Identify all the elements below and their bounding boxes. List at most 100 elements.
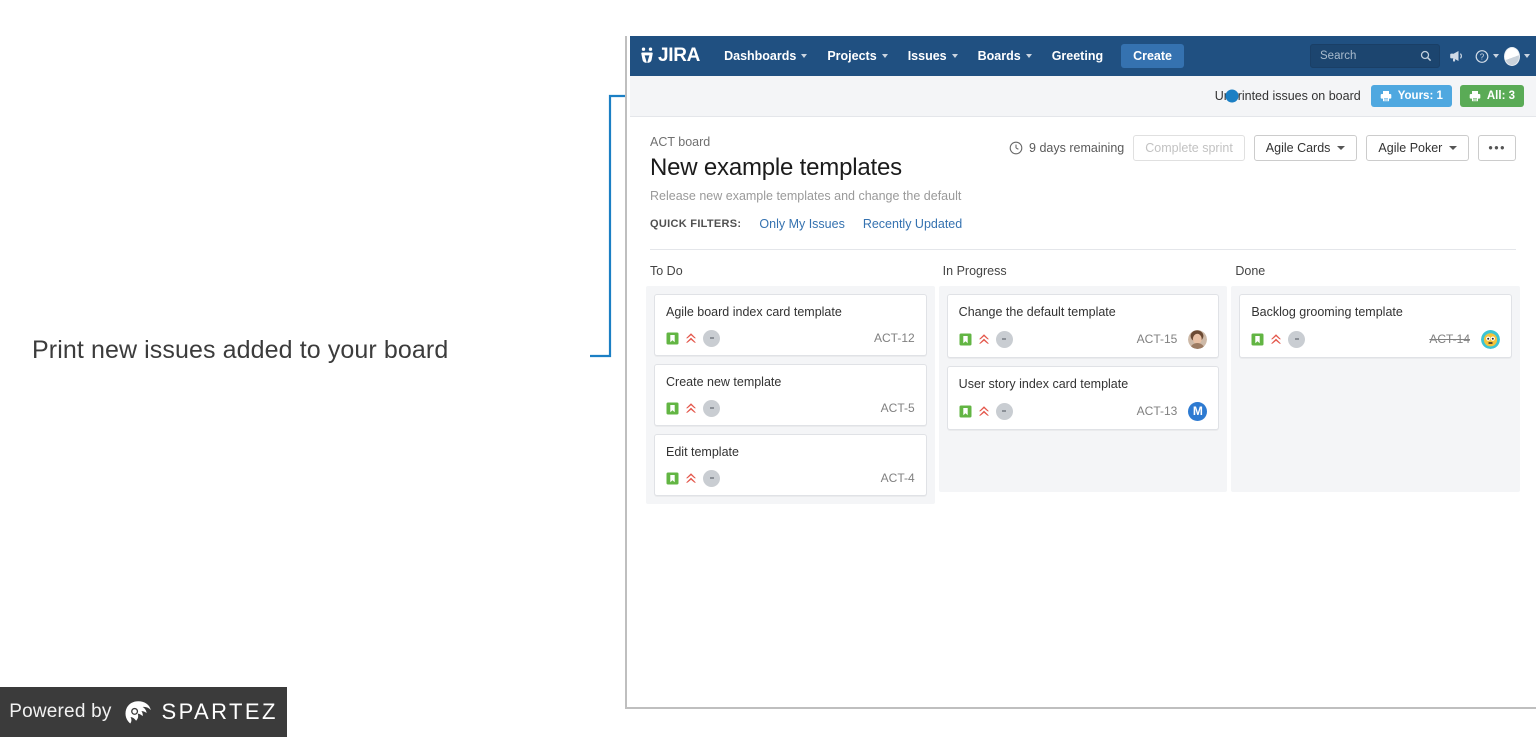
agile-poker-button[interactable]: Agile Poker xyxy=(1366,135,1470,161)
jira-logo-text: JIRA xyxy=(658,45,701,66)
quick-filter-recently-updated[interactable]: Recently Updated xyxy=(863,217,962,231)
priority-highest-icon xyxy=(686,472,696,483)
chevron-down-icon xyxy=(1025,54,1032,58)
issue-card-footer: ACT-14 xyxy=(1251,329,1501,349)
nav-item-greeting[interactable]: Greeting xyxy=(1042,36,1113,76)
issue-card[interactable]: Create new template ACT-5 xyxy=(654,363,927,426)
help-button[interactable]: ? xyxy=(1474,36,1500,76)
issue-key[interactable]: ACT-14 xyxy=(1429,332,1470,346)
search-box[interactable] xyxy=(1310,44,1440,68)
story-type-icon xyxy=(666,332,679,345)
unassigned-avatar-icon xyxy=(703,399,720,417)
priority-highest-icon xyxy=(686,402,696,413)
issue-summary: User story index card template xyxy=(958,376,1129,391)
priority-highest-icon xyxy=(978,405,989,416)
issue-card[interactable]: Backlog grooming template ACT-14 xyxy=(1239,294,1513,358)
column-to-do: To Do Agile board index card template AC… xyxy=(646,250,935,504)
story-type-icon xyxy=(959,333,972,346)
unassigned-avatar-icon xyxy=(995,402,1013,420)
unassigned-avatar-icon xyxy=(995,330,1013,348)
issue-summary: Create new template xyxy=(666,374,782,389)
column-body[interactable]: Agile board index card template ACT-12 C… xyxy=(646,286,935,504)
chevron-down-icon xyxy=(881,54,888,58)
column-title: In Progress xyxy=(942,264,1007,278)
issue-card[interactable]: Edit template ACT-4 xyxy=(654,433,927,496)
nav-item-boards[interactable]: Boards xyxy=(968,36,1042,76)
story-type-icon xyxy=(1251,333,1264,346)
print-yours-button[interactable]: Yours: 1 xyxy=(1370,85,1452,107)
unprinted-issues-banner: Unprinted issues on board Yours: 1 All: … xyxy=(630,76,1536,117)
nav-label: Dashboards xyxy=(724,49,797,63)
column-done: Done Backlog grooming template ACT-14 xyxy=(1231,250,1521,504)
jira-logo[interactable]: JIRA xyxy=(638,45,700,67)
column-body[interactable]: Backlog grooming template ACT-14 xyxy=(1231,286,1521,492)
issue-card[interactable]: User story index card template ACT-13 M xyxy=(946,365,1220,430)
board-columns: To Do Agile board index card template AC… xyxy=(630,250,1536,504)
svg-text:?: ? xyxy=(1480,52,1485,61)
priority-highest-icon xyxy=(686,333,696,343)
issue-summary: Backlog grooming template xyxy=(1251,305,1403,319)
chevron-down-icon xyxy=(1449,146,1458,150)
jira-window: JIRA Dashboards Projects Issues Boards G… xyxy=(625,36,1536,709)
chevron-down-icon xyxy=(801,54,808,58)
issue-card-footer: ACT-5 xyxy=(666,399,915,417)
profile-avatar-icon xyxy=(1504,46,1520,66)
issue-card[interactable]: Agile board index card template ACT-12 xyxy=(654,294,927,356)
search-icon xyxy=(1420,50,1432,62)
agile-cards-button[interactable]: Agile Cards xyxy=(1253,135,1358,161)
announcements-button[interactable] xyxy=(1444,36,1470,76)
chevron-down-icon xyxy=(1524,54,1530,58)
print-all-label: All: 3 xyxy=(1486,90,1515,102)
complete-sprint-label: Complete sprint xyxy=(1145,141,1233,155)
unassigned-avatar-icon xyxy=(703,329,720,347)
issue-key[interactable]: ACT-15 xyxy=(1137,332,1178,346)
assignee-avatar[interactable] xyxy=(1481,329,1501,349)
nav-item-dashboards[interactable]: Dashboards xyxy=(714,36,817,76)
quick-filter-only-my-issues[interactable]: Only My Issues xyxy=(759,217,844,231)
nav-item-issues[interactable]: Issues xyxy=(898,36,968,76)
complete-sprint-button[interactable]: Complete sprint xyxy=(1133,135,1245,161)
issue-card-footer: ACT-4 xyxy=(666,469,915,487)
issue-key[interactable]: ACT-5 xyxy=(881,401,915,415)
priority-highest-icon xyxy=(1271,334,1282,344)
priority-highest-icon xyxy=(978,334,989,344)
chevron-down-icon xyxy=(1493,54,1499,58)
issue-card-footer: ACT-12 xyxy=(666,329,915,347)
help-icon: ? xyxy=(1475,49,1489,63)
create-button[interactable]: Create xyxy=(1121,44,1185,68)
agile-cards-label: Agile Cards xyxy=(1265,141,1331,155)
chevron-down-icon xyxy=(951,54,958,58)
issue-key[interactable]: ACT-4 xyxy=(881,471,915,485)
issue-summary: Agile board index card template xyxy=(666,305,842,319)
assignee-avatar[interactable]: M xyxy=(1188,401,1208,421)
nav-label: Boards xyxy=(977,49,1021,63)
board-header: ACT board New example templates Release … xyxy=(630,117,1536,250)
board-actions: 9 days remaining Complete sprint Agile C… xyxy=(1009,135,1516,161)
print-all-button[interactable]: All: 3 xyxy=(1459,85,1524,107)
assignee-avatar[interactable] xyxy=(1188,329,1208,349)
story-type-icon xyxy=(666,402,679,415)
powered-by-badge: Powered by SPARTEZ xyxy=(0,687,287,737)
printer-icon xyxy=(1469,91,1481,102)
agile-poker-label: Agile Poker xyxy=(1378,141,1443,155)
issue-key[interactable]: ACT-12 xyxy=(874,331,915,345)
profile-button[interactable] xyxy=(1504,36,1530,76)
nav-label: Issues xyxy=(907,49,947,63)
clock-icon xyxy=(1009,141,1023,155)
more-actions-button[interactable]: ••• xyxy=(1478,135,1516,161)
issue-card-footer: ACT-15 xyxy=(959,329,1208,349)
nav-item-projects[interactable]: Projects xyxy=(817,36,897,76)
top-navigation-bar: JIRA Dashboards Projects Issues Boards G… xyxy=(630,36,1536,76)
spartez-helmet-icon xyxy=(125,701,151,724)
column-title: Done xyxy=(1235,264,1266,278)
column-body[interactable]: Change the default template ACT-15 User … xyxy=(938,286,1228,492)
jira-mark-icon xyxy=(641,47,653,64)
issue-key[interactable]: ACT-13 xyxy=(1137,404,1178,418)
screenshot-stage: Print new issues added to your board Pow… xyxy=(0,0,1536,751)
sprint-description: Release new example templates and change… xyxy=(650,189,962,203)
column-title: To Do xyxy=(650,264,683,278)
column-in-progress: In Progress Change the default template xyxy=(938,250,1228,504)
search-input[interactable] xyxy=(1318,49,1420,63)
issue-card[interactable]: Change the default template ACT-15 xyxy=(946,294,1220,358)
quick-filters-label: QUICK FILTERS: xyxy=(650,218,742,230)
